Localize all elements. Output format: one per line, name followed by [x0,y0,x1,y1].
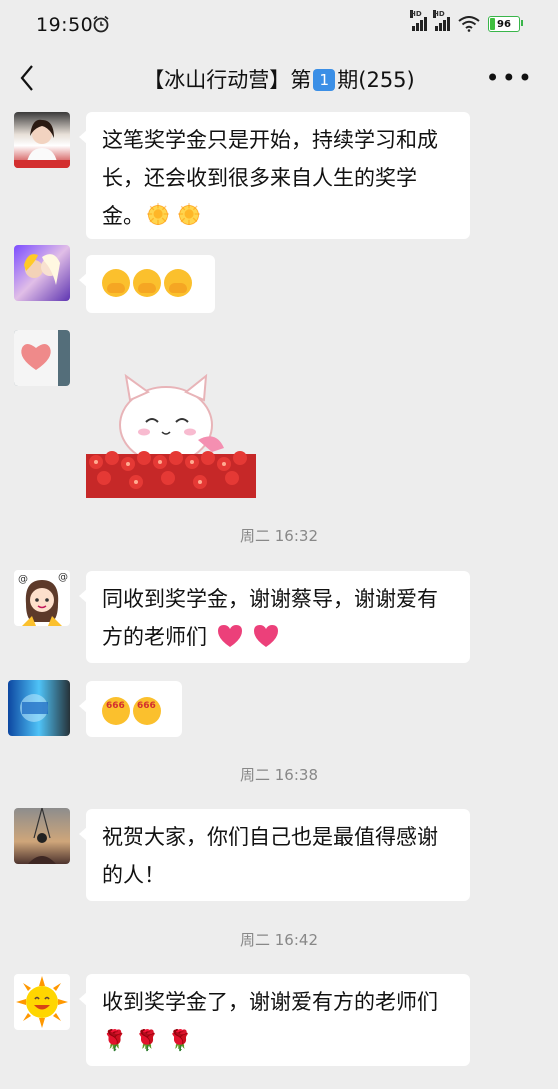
message-bubble[interactable]: 这笔奖学金只是开始，持续学习和成长，还会收到很多来自人生的奖学金。 [79,112,470,239]
rose-emoji: 🌹 [134,1028,160,1052]
timestamp: 周二 16:38 [240,766,318,784]
status-bar: 19:50 HD HD 96 [0,0,558,56]
avatar[interactable] [8,680,70,736]
timestamp: 周二 16:32 [240,527,318,545]
message-bubble[interactable] [79,681,182,737]
message-bubble[interactable]: 同收到奖学金，谢谢蔡导，谢谢爱有方的老师们 [79,571,470,663]
chat-title: 【冰山行动营】第 1 期(255) [143,68,415,92]
666-emoji [102,687,130,725]
avatar-photo [28,808,56,864]
status-icons: HD HD 96 [410,10,523,32]
avatar[interactable]: @ @ [14,570,70,626]
666-emoji [133,687,161,725]
more-icon[interactable]: ••• [486,64,534,92]
wifi-icon [458,16,480,32]
heart-emoji [254,625,279,647]
chat-header: 【冰山行动营】第 1 期(255) ••• [0,56,558,102]
avatar-photo [24,254,60,285]
heart-emoji [217,625,242,647]
alarm-icon [93,15,109,33]
avatar-photo [16,976,68,1028]
cat-sticker[interactable] [86,370,256,498]
message-bubble[interactable]: 祝贺大家，你们自己也是最值得感谢的人！ [79,809,470,901]
avatar[interactable] [14,974,70,1030]
battery-icon: 96 [488,16,523,32]
rose-emoji: 🌹 [167,1028,193,1052]
message-bubble[interactable] [79,255,215,313]
hide-face-emoji [164,269,192,297]
status-time: 19:50 [36,14,94,36]
avatar-photo: @ @ [18,572,68,626]
svg-text:@: @ [18,574,28,585]
rose-emoji: 🌹 [102,1028,127,1052]
sun-emoji [144,197,172,235]
signal-icon: HD [410,10,427,31]
svg-text:@: @ [58,572,68,583]
message-bubble[interactable]: 收到奖学金了，谢谢爱有方的老师们🌹 🌹 🌹 [79,974,470,1066]
hide-face-emoji [102,269,130,297]
hide-face-emoji [133,269,161,297]
avatar[interactable] [14,330,70,386]
avatar[interactable] [14,808,70,864]
avatar[interactable] [14,112,70,168]
issue-number-badge: 1 [313,69,336,91]
signal-icon: HD [433,10,450,31]
avatar-photo [14,330,58,386]
avatar-photo [14,119,70,168]
avatar-photo [20,694,48,722]
timestamp: 周二 16:42 [240,931,318,949]
avatar[interactable] [14,245,70,301]
sun-emoji [175,197,203,235]
